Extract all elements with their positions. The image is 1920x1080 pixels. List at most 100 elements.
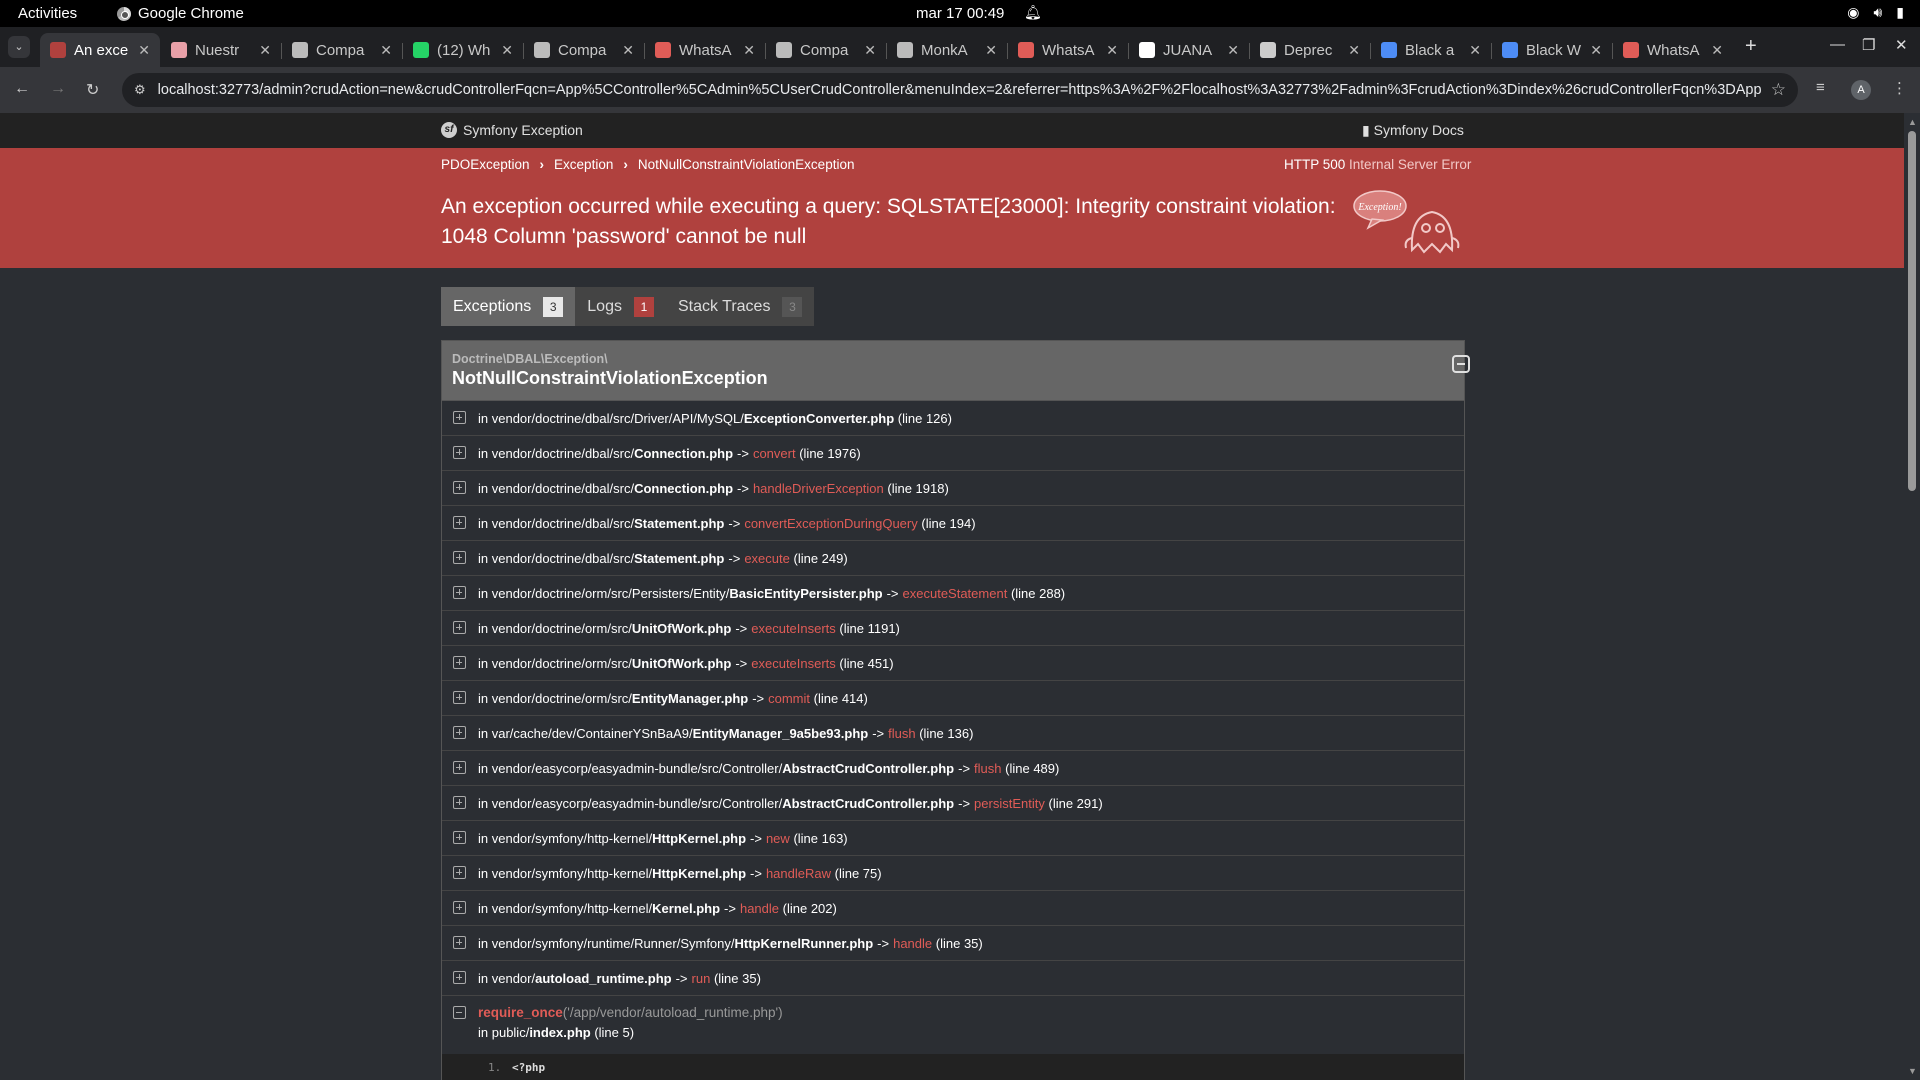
expand-toggle-icon[interactable] <box>453 971 466 984</box>
expand-toggle-icon[interactable] <box>453 936 466 949</box>
clock[interactable]: mar 17 00:49 <box>916 5 1004 22</box>
site-info-icon[interactable]: ⚙ <box>134 82 146 98</box>
browser-tab[interactable]: WhatsA ✕ <box>1008 33 1128 67</box>
trace-item[interactable]: in vendor/doctrine/dbal/src/Connection.p… <box>442 471 1464 506</box>
tab-logs[interactable]: Logs 1 <box>575 287 666 326</box>
browser-tab[interactable]: Compa ✕ <box>766 33 886 67</box>
bookmark-star-icon[interactable]: ☆ <box>1771 80 1786 100</box>
forward-button[interactable]: → <box>50 80 66 98</box>
page-scrollbar[interactable]: ▲ ▼ <box>1904 113 1920 1080</box>
expand-toggle-icon[interactable] <box>453 446 466 459</box>
trace-item[interactable]: in vendor/symfony/http-kernel/HttpKernel… <box>442 856 1464 891</box>
browser-tab[interactable]: (12) Wh ✕ <box>403 33 523 67</box>
browser-tab[interactable]: Compa ✕ <box>282 33 402 67</box>
trace-text: in vendor/doctrine/orm/src/Persisters/En… <box>478 586 1065 601</box>
media-control-icon[interactable]: ≡ <box>1816 79 1825 96</box>
close-tab-icon[interactable]: ✕ <box>1227 42 1239 59</box>
collapse-icon[interactable] <box>1452 355 1470 373</box>
menu-kebab-icon[interactable]: ⋮ <box>1892 79 1907 97</box>
close-tab-icon[interactable]: ✕ <box>743 42 755 59</box>
back-button[interactable]: ← <box>14 80 30 98</box>
expand-toggle-icon[interactable] <box>453 586 466 599</box>
new-tab-button[interactable]: + <box>1745 35 1757 58</box>
expand-toggle-icon[interactable] <box>453 726 466 739</box>
trace-item[interactable]: in vendor/doctrine/orm/src/UnitOfWork.ph… <box>442 646 1464 681</box>
scroll-up-icon[interactable]: ▲ <box>1908 117 1917 127</box>
scroll-down-icon[interactable]: ▼ <box>1908 1066 1917 1076</box>
expand-toggle-icon[interactable] <box>453 411 466 424</box>
browser-tab[interactable]: Compa ✕ <box>524 33 644 67</box>
trace-function: commit <box>768 691 811 706</box>
trace-item[interactable]: in var/cache/dev/ContainerYSnBaA9/Entity… <box>442 716 1464 751</box>
browser-tab[interactable]: WhatsA ✕ <box>1613 33 1733 67</box>
browser-tab[interactable]: Black a ✕ <box>1371 33 1491 67</box>
close-tab-icon[interactable]: ✕ <box>1590 42 1602 59</box>
browser-tab[interactable]: Deprec ✕ <box>1250 33 1370 67</box>
browser-tab[interactable]: MonkA ✕ <box>887 33 1007 67</box>
browser-tab[interactable]: WhatsA ✕ <box>645 33 765 67</box>
trace-item[interactable]: in vendor/autoload_runtime.php -> run (lin… <box>442 961 1464 996</box>
tab-stack-traces[interactable]: Stack Traces 3 <box>666 287 814 326</box>
trace-item[interactable]: in vendor/symfony/runtime/Runner/Symfony… <box>442 926 1464 961</box>
breadcrumb-item[interactable]: PDOException <box>441 157 530 172</box>
browser-tab[interactable]: Nuestr ✕ <box>161 33 281 67</box>
close-tab-icon[interactable]: ✕ <box>501 42 513 59</box>
breadcrumb-item[interactable]: Exception <box>554 157 613 172</box>
address-bar[interactable]: ⚙ localhost:32773/admin?crudAction=new&c… <box>122 73 1798 107</box>
ghost-speech-text: Exception! <box>1357 202 1401 213</box>
expand-toggle-icon[interactable] <box>453 901 466 914</box>
expand-toggle-icon[interactable] <box>453 656 466 669</box>
expand-toggle-icon[interactable] <box>453 761 466 774</box>
breadcrumb-item[interactable]: NotNullConstraintViolationException <box>638 157 855 172</box>
tab-exceptions[interactable]: Exceptions 3 <box>441 287 576 326</box>
expand-toggle-icon[interactable] <box>453 551 466 564</box>
maximize-button[interactable]: ❐ <box>1862 36 1875 54</box>
trace-item[interactable]: in vendor/symfony/http-kernel/HttpKernel… <box>442 821 1464 856</box>
expand-toggle-icon[interactable] <box>453 796 466 809</box>
expand-toggle-icon[interactable] <box>453 516 466 529</box>
activities-button[interactable]: Activities <box>18 5 77 22</box>
close-tab-icon[interactable]: ✕ <box>1711 42 1723 59</box>
trace-item[interactable]: in vendor/doctrine/dbal/src/Connection.p… <box>442 436 1464 471</box>
browser-tab[interactable]: JUANA ✕ <box>1129 33 1249 67</box>
collapse-toggle-icon[interactable] <box>453 1006 466 1019</box>
trace-item[interactable]: in vendor/easycorp/easyadmin-bundle/src/… <box>442 786 1464 821</box>
expand-toggle-icon[interactable] <box>453 481 466 494</box>
trace-item[interactable]: in vendor/doctrine/orm/src/Persisters/En… <box>442 576 1464 611</box>
expand-toggle-icon[interactable] <box>453 866 466 879</box>
url-text[interactable]: localhost:32773/admin?crudAction=new&cru… <box>158 82 1761 98</box>
trace-item[interactable]: in vendor/doctrine/orm/src/UnitOfWork.ph… <box>442 611 1464 646</box>
trace-item[interactable]: in vendor/doctrine/dbal/src/Driver/API/M… <box>442 401 1464 436</box>
trace-item[interactable]: in vendor/doctrine/dbal/src/Statement.ph… <box>442 541 1464 576</box>
close-tab-icon[interactable]: ✕ <box>1106 42 1118 59</box>
scrollbar-thumb[interactable] <box>1908 131 1916 491</box>
close-tab-icon[interactable]: ✕ <box>864 42 876 59</box>
close-tab-icon[interactable]: ✕ <box>985 42 997 59</box>
close-tab-icon[interactable]: ✕ <box>138 42 150 59</box>
exception-header[interactable]: Doctrine\DBAL\Exception\ NotNullConstrai… <box>442 341 1470 401</box>
app-menu[interactable]: Google Chrome <box>117 5 244 22</box>
close-tab-icon[interactable]: ✕ <box>380 42 392 59</box>
browser-tab[interactable]: Black W ✕ <box>1492 33 1612 67</box>
symfony-docs-link[interactable]: ▮ Symfony Docs <box>1362 122 1464 139</box>
profile-avatar[interactable]: A <box>1851 80 1871 100</box>
close-window-button[interactable]: ✕ <box>1895 36 1908 54</box>
minimize-button[interactable]: — <box>1830 36 1845 53</box>
expand-toggle-icon[interactable] <box>453 831 466 844</box>
close-tab-icon[interactable]: ✕ <box>622 42 634 59</box>
trace-line: (line 202) <box>782 901 837 916</box>
browser-tab[interactable]: An exce ✕ <box>40 33 160 67</box>
trace-item-expanded[interactable]: require_once('/app/vendor/autoload_runti… <box>442 996 1464 1080</box>
expand-toggle-icon[interactable] <box>453 621 466 634</box>
close-tab-icon[interactable]: ✕ <box>1469 42 1481 59</box>
system-tray[interactable]: ◉ 🔊︎ ▮ <box>1847 4 1904 21</box>
tab-search-button[interactable]: ⌄ <box>8 36 30 58</box>
trace-item[interactable]: in vendor/doctrine/dbal/src/Statement.ph… <box>442 506 1464 541</box>
trace-item[interactable]: in vendor/easycorp/easyadmin-bundle/src/… <box>442 751 1464 786</box>
expand-toggle-icon[interactable] <box>453 691 466 704</box>
trace-item[interactable]: in vendor/symfony/http-kernel/Kernel.php… <box>442 891 1464 926</box>
reload-button[interactable]: ↻ <box>86 80 99 100</box>
close-tab-icon[interactable]: ✕ <box>1348 42 1360 59</box>
close-tab-icon[interactable]: ✕ <box>259 42 271 59</box>
trace-item[interactable]: in vendor/doctrine/orm/src/EntityManager… <box>442 681 1464 716</box>
